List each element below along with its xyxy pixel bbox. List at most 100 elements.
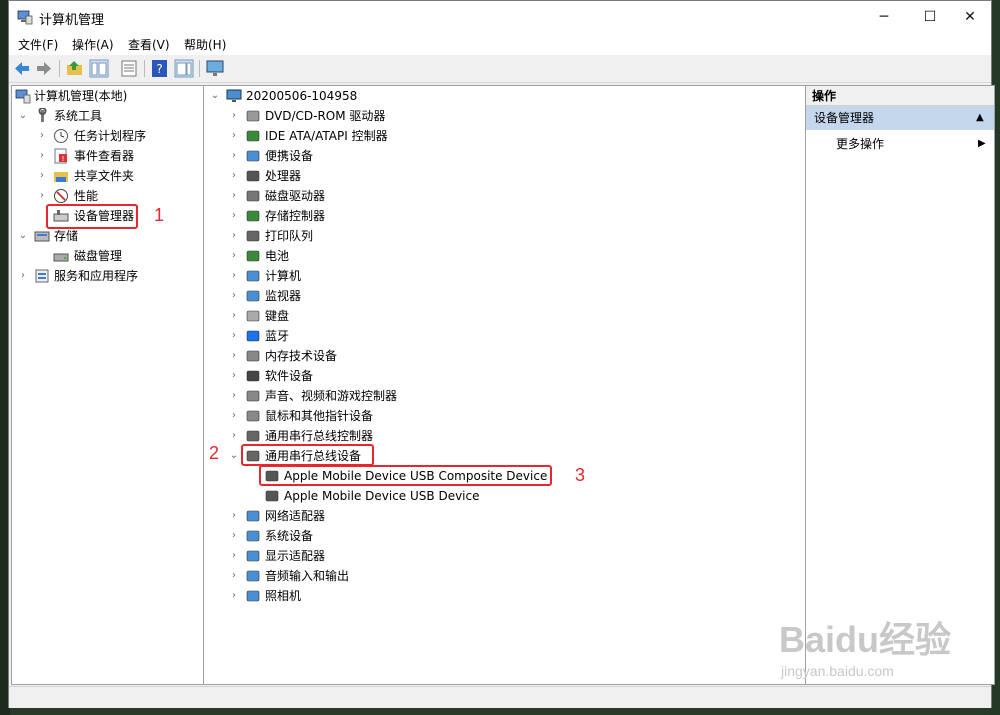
expand-chevron-icon[interactable]: ›: [229, 126, 239, 146]
expand-chevron-icon[interactable]: ›: [18, 266, 28, 286]
tree-item-services-apps[interactable]: › 服务和应用程序: [12, 266, 204, 286]
highlight-apple-composite-device: [259, 465, 552, 486]
expand-chevron-icon[interactable]: ›: [229, 326, 239, 346]
device-label: 计算机: [265, 269, 302, 283]
expand-chevron-icon[interactable]: ›: [37, 186, 47, 206]
show-hide-tree-icon[interactable]: [89, 59, 109, 78]
expand-chevron-icon[interactable]: ›: [229, 286, 239, 306]
menu-bar: 文件(F) 操作(A) 查看(V) 帮助(H): [9, 33, 991, 55]
device-item[interactable]: › 蓝牙: [204, 326, 804, 346]
expand-chevron-icon[interactable]: ›: [229, 526, 239, 546]
expand-chevron-icon[interactable]: ›: [37, 166, 47, 186]
annotation-3: 3: [575, 465, 586, 485]
expand-chevron-icon[interactable]: ›: [229, 266, 239, 286]
tree-label: 磁盘管理: [74, 249, 123, 263]
device-item[interactable]: › 磁盘驱动器: [204, 186, 804, 206]
expand-chevron-icon[interactable]: ›: [229, 246, 239, 266]
device-item[interactable]: › IDE ATA/ATAPI 控制器: [204, 126, 804, 146]
device-item[interactable]: › 打印队列: [204, 226, 804, 246]
tree-item-computer-root[interactable]: ⌄ 20200506-104958: [204, 86, 804, 106]
device-item[interactable]: › 音频输入和输出: [204, 566, 804, 586]
expand-chevron-icon[interactable]: ›: [229, 546, 239, 566]
expand-chevron-icon[interactable]: ›: [37, 146, 47, 166]
tree-item-task-scheduler[interactable]: › 任务计划程序: [12, 126, 204, 146]
forward-icon[interactable]: [34, 59, 54, 78]
menu-help[interactable]: 帮助(H): [184, 36, 226, 53]
device-category-icon: [246, 250, 260, 262]
device-item[interactable]: › DVD/CD-ROM 驱动器: [204, 106, 804, 126]
menu-file[interactable]: 文件(F): [18, 36, 58, 53]
tools-icon: [38, 108, 47, 122]
device-category-icon: [246, 430, 260, 442]
monitor-icon[interactable]: [205, 59, 225, 78]
expand-chevron-icon[interactable]: ›: [229, 506, 239, 526]
device-category-icon: [246, 130, 260, 142]
expand-chevron-icon[interactable]: ›: [229, 366, 239, 386]
device-item[interactable]: › 键盘: [204, 306, 804, 326]
device-item[interactable]: › 监视器: [204, 286, 804, 306]
minimize-button[interactable]: ─: [861, 1, 907, 33]
menu-view[interactable]: 查看(V): [128, 36, 170, 53]
services-icon: [35, 269, 49, 283]
collapse-chevron-icon[interactable]: ⌄: [229, 446, 239, 466]
tree-item-event-viewer[interactable]: › ! 事件查看器: [12, 146, 204, 166]
device-item[interactable]: › 系统设备: [204, 526, 804, 546]
expand-chevron-icon[interactable]: ›: [229, 386, 239, 406]
menu-action[interactable]: 操作(A): [72, 36, 114, 53]
device-category-icon: [246, 110, 260, 122]
collapse-chevron-icon[interactable]: ⌄: [18, 226, 28, 246]
device-item[interactable]: › 鼠标和其他指针设备: [204, 406, 804, 426]
help-icon[interactable]: ?: [150, 59, 170, 78]
expand-chevron-icon[interactable]: ›: [229, 146, 239, 166]
expand-chevron-icon[interactable]: ›: [229, 586, 239, 606]
expand-chevron-icon[interactable]: ›: [229, 566, 239, 586]
expand-chevron-icon[interactable]: ›: [229, 106, 239, 126]
device-item[interactable]: › 便携设备: [204, 146, 804, 166]
expand-chevron-icon[interactable]: ›: [37, 126, 47, 146]
expand-chevron-icon[interactable]: ›: [229, 306, 239, 326]
tree-item-storage[interactable]: ⌄ 存储: [12, 226, 204, 246]
device-item[interactable]: › 照相机: [204, 586, 804, 606]
device-item[interactable]: › 通用串行总线控制器: [204, 426, 804, 446]
device-category-icon: [246, 530, 260, 542]
actions-section-label: 设备管理器: [814, 111, 875, 125]
tree-item-shared-folders[interactable]: › 共享文件夹: [12, 166, 204, 186]
device-item[interactable]: › 声音、视频和游戏控制器: [204, 386, 804, 406]
expand-chevron-icon[interactable]: ›: [229, 426, 239, 446]
device-label: 键盘: [265, 309, 290, 323]
actions-section-device-manager[interactable]: 设备管理器 ▲: [806, 106, 994, 130]
properties-icon[interactable]: [119, 59, 139, 78]
tree-item-system-tools[interactable]: ⌄ 系统工具: [12, 106, 204, 126]
expand-chevron-icon[interactable]: ›: [229, 206, 239, 226]
tree-item-computer-management[interactable]: 计算机管理(本地): [12, 86, 204, 106]
device-item[interactable]: › 显示适配器: [204, 546, 804, 566]
tree-item-performance[interactable]: › 性能: [12, 186, 204, 206]
device-item[interactable]: › 存储控制器: [204, 206, 804, 226]
highlight-usb-devices: [241, 444, 374, 466]
device-item[interactable]: › 处理器: [204, 166, 804, 186]
expand-chevron-icon[interactable]: ›: [229, 346, 239, 366]
up-folder-icon[interactable]: [65, 59, 85, 78]
expand-chevron-icon[interactable]: ›: [229, 186, 239, 206]
collapse-chevron-icon[interactable]: ⌄: [18, 106, 28, 126]
back-icon[interactable]: [12, 59, 32, 78]
device-label: 监视器: [265, 289, 302, 303]
event-log-icon: !: [54, 148, 67, 164]
close-button[interactable]: ✕: [947, 1, 993, 33]
device-item[interactable]: › 软件设备: [204, 366, 804, 386]
collapse-triangle-icon[interactable]: ▲: [976, 106, 984, 130]
device-item[interactable]: › 内存技术设备: [204, 346, 804, 366]
expand-chevron-icon[interactable]: ›: [229, 406, 239, 426]
device-item[interactable]: › 电池: [204, 246, 804, 266]
expand-chevron-icon[interactable]: ›: [229, 226, 239, 246]
expand-chevron-icon[interactable]: ›: [229, 166, 239, 186]
device-item[interactable]: › 网络适配器: [204, 506, 804, 526]
device-item[interactable]: Apple Mobile Device USB Device: [204, 486, 804, 506]
computer-management-icon: [15, 89, 31, 104]
tree-item-disk-management[interactable]: 磁盘管理: [12, 246, 204, 266]
collapse-chevron-icon[interactable]: ⌄: [210, 86, 220, 106]
baidu-watermark: Baidu经验 jingyan.baidu.com: [779, 611, 951, 679]
device-item[interactable]: › 计算机: [204, 266, 804, 286]
more-actions-item[interactable]: 更多操作 ▶: [806, 134, 994, 154]
show-action-pane-icon[interactable]: [174, 59, 194, 78]
